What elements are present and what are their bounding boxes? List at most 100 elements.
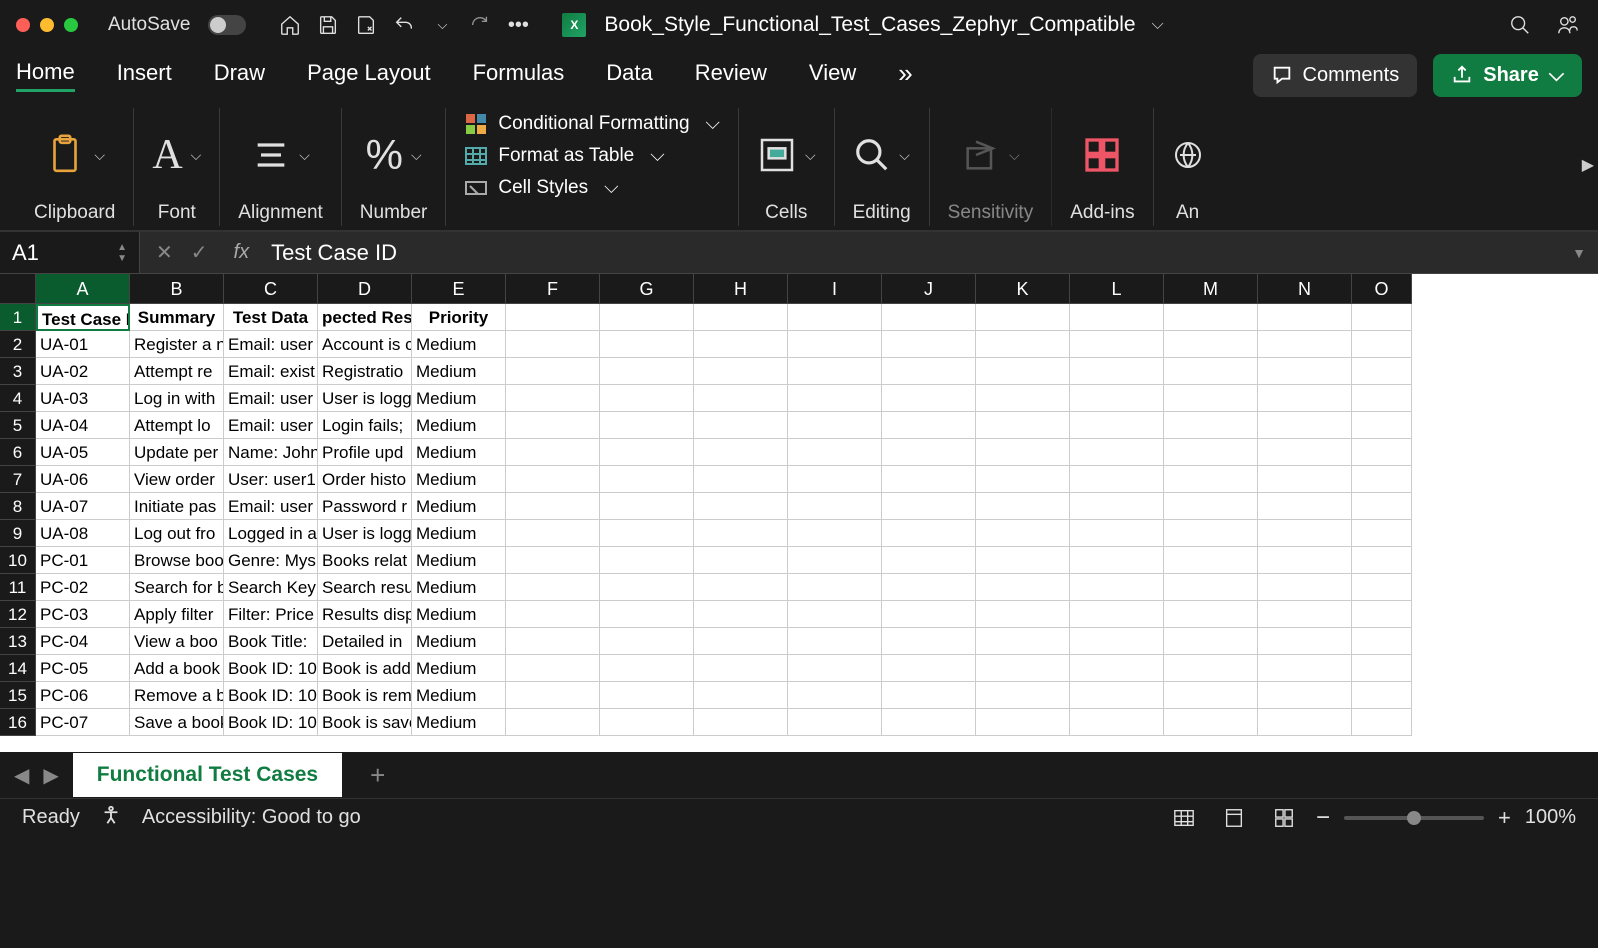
cell[interactable]	[1258, 520, 1352, 547]
cell[interactable]	[788, 385, 882, 412]
cell[interactable]	[976, 466, 1070, 493]
cell[interactable]	[1070, 493, 1164, 520]
cell[interactable]	[694, 412, 788, 439]
cell[interactable]	[976, 601, 1070, 628]
sheet-next-icon[interactable]: ▶	[43, 763, 58, 788]
cell[interactable]	[1258, 385, 1352, 412]
column-header[interactable]: M	[1164, 274, 1258, 304]
cell[interactable]: Registratio	[318, 358, 412, 385]
cell[interactable]: Login fails;	[318, 412, 412, 439]
row-header[interactable]: 11	[0, 574, 36, 601]
cell[interactable]	[600, 520, 694, 547]
row-header[interactable]: 2	[0, 331, 36, 358]
cell[interactable]	[976, 304, 1070, 331]
cell[interactable]: Medium	[412, 574, 506, 601]
cell[interactable]	[1070, 331, 1164, 358]
cell[interactable]	[694, 358, 788, 385]
cell[interactable]	[1070, 385, 1164, 412]
chevron-down-icon[interactable]: ⌵	[805, 147, 816, 164]
zoom-level[interactable]: 100%	[1525, 806, 1576, 829]
cell[interactable]: UA-07	[36, 493, 130, 520]
cell[interactable]	[600, 439, 694, 466]
cell[interactable]	[1352, 574, 1412, 601]
chevron-down-icon[interactable]: ⌵	[299, 147, 310, 164]
cell[interactable]	[788, 682, 882, 709]
cell[interactable]: View a boo	[130, 628, 224, 655]
cell[interactable]	[506, 601, 600, 628]
row-header[interactable]: 13	[0, 628, 36, 655]
cell[interactable]: Apply filter	[130, 601, 224, 628]
cell[interactable]	[1164, 601, 1258, 628]
cell[interactable]	[600, 574, 694, 601]
cell[interactable]	[1352, 601, 1412, 628]
clipboard-icon[interactable]	[44, 134, 86, 176]
row-header[interactable]: 9	[0, 520, 36, 547]
cell[interactable]: UA-06	[36, 466, 130, 493]
cell[interactable]	[1164, 304, 1258, 331]
cell[interactable]: Book ID: 10	[224, 709, 318, 736]
cell[interactable]	[976, 412, 1070, 439]
addins-icon[interactable]	[1082, 135, 1122, 175]
cell[interactable]	[882, 412, 976, 439]
cells-icon[interactable]	[757, 135, 797, 175]
column-header[interactable]: A	[36, 274, 130, 304]
cell[interactable]	[1352, 439, 1412, 466]
view-page-break-icon[interactable]	[1266, 804, 1302, 832]
view-page-layout-icon[interactable]	[1216, 804, 1252, 832]
cell[interactable]	[882, 520, 976, 547]
cell[interactable]	[1164, 331, 1258, 358]
tab-data[interactable]: Data	[606, 60, 652, 90]
cell[interactable]	[694, 331, 788, 358]
cell[interactable]	[694, 439, 788, 466]
cell[interactable]	[600, 709, 694, 736]
cell[interactable]: Medium	[412, 682, 506, 709]
cell[interactable]	[694, 655, 788, 682]
cell[interactable]	[1352, 466, 1412, 493]
undo-icon[interactable]	[390, 11, 418, 39]
cell[interactable]	[882, 601, 976, 628]
tab-more-icon[interactable]: »	[898, 58, 912, 93]
row-header[interactable]: 3	[0, 358, 36, 385]
cell[interactable]	[600, 547, 694, 574]
cell[interactable]: User is logg	[318, 520, 412, 547]
cell[interactable]	[788, 466, 882, 493]
cell[interactable]	[1352, 304, 1412, 331]
cell[interactable]	[1164, 520, 1258, 547]
document-title[interactable]: Book_Style_Functional_Test_Cases_Zephyr_…	[604, 13, 1135, 37]
cell[interactable]: Register a n	[130, 331, 224, 358]
cell[interactable]: UA-05	[36, 439, 130, 466]
cell[interactable]: Logged in a	[224, 520, 318, 547]
cancel-formula-icon[interactable]: ✕	[156, 240, 173, 265]
cell[interactable]	[1164, 412, 1258, 439]
chevron-down-icon[interactable]: ⌵	[191, 147, 202, 164]
cell[interactable]	[694, 709, 788, 736]
cell[interactable]	[1258, 601, 1352, 628]
cell[interactable]: Name: John	[224, 439, 318, 466]
cell[interactable]	[600, 466, 694, 493]
minimize-window-button[interactable]	[40, 18, 54, 32]
zoom-out-button[interactable]: −	[1316, 804, 1330, 832]
tab-home[interactable]: Home	[16, 59, 75, 92]
cell[interactable]	[1164, 439, 1258, 466]
cell[interactable]	[976, 682, 1070, 709]
cell[interactable]	[1352, 628, 1412, 655]
cell[interactable]	[1070, 709, 1164, 736]
cell[interactable]	[882, 304, 976, 331]
cell[interactable]	[506, 628, 600, 655]
chevron-down-icon[interactable]: ⌵	[411, 147, 422, 164]
more-icon[interactable]: •••	[504, 11, 532, 39]
cell[interactable]: Test Data	[224, 304, 318, 331]
cell[interactable]: Log in with	[130, 385, 224, 412]
cell[interactable]	[1258, 466, 1352, 493]
cell[interactable]	[1164, 574, 1258, 601]
cell[interactable]	[976, 331, 1070, 358]
cell[interactable]: Book ID: 10	[224, 655, 318, 682]
cell[interactable]: Genre: Mys	[224, 547, 318, 574]
cell[interactable]	[976, 547, 1070, 574]
cell[interactable]: Medium	[412, 601, 506, 628]
cell[interactable]: Medium	[412, 520, 506, 547]
cell[interactable]	[1070, 655, 1164, 682]
cell[interactable]: View order	[130, 466, 224, 493]
spreadsheet[interactable]: ABCDEFGHIJKLMNO1Test Case IDSummaryTest …	[0, 274, 1598, 752]
cell[interactable]	[506, 466, 600, 493]
